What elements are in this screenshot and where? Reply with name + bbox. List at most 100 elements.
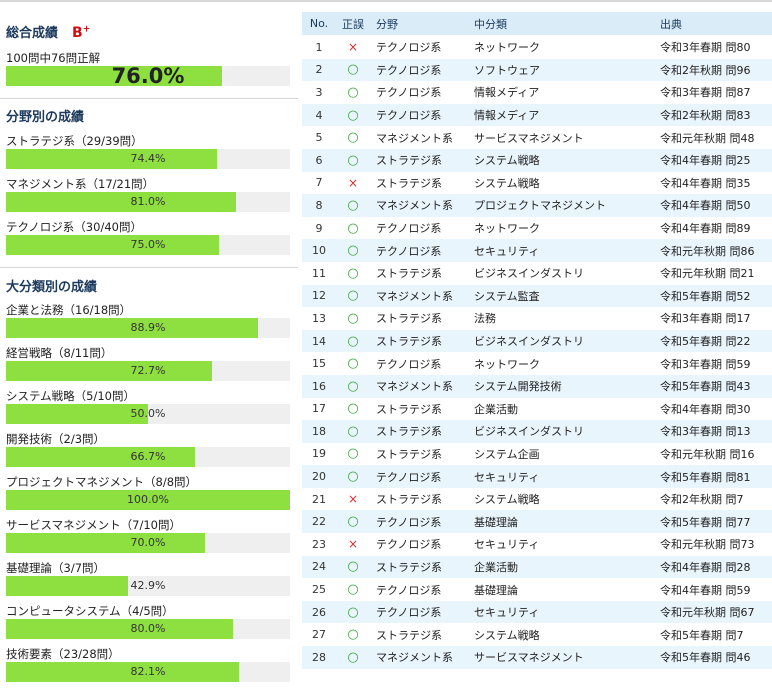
table-row[interactable]: 25 ○ テクノロジ系 基礎理論 令和4年春期 問59 [302, 578, 772, 601]
table-row[interactable]: 5 ○ マネジメント系 サービスマネジメント 令和元年秋期 問48 [302, 126, 772, 149]
correct-mark-icon: ○ [336, 194, 370, 217]
subcategory-cell: システム企画 [474, 447, 540, 461]
correct-mark-icon: ○ [347, 84, 359, 100]
question-number: 23 [312, 537, 326, 551]
table-row[interactable]: 9 ○ テクノロジ系 ネットワーク 令和4年春期 問89 [302, 217, 772, 240]
correct-mark-icon: ○ [347, 220, 359, 236]
correct-mark-icon: ○ [336, 510, 370, 534]
field-cell: テクノロジ系 [376, 538, 442, 552]
subcategory-cell: サービスマネジメント [474, 131, 584, 145]
question-number: 2 [302, 58, 336, 82]
source-cell: 令和4年春期 問89 [660, 222, 751, 236]
table-row[interactable]: 7 × ストラテジ系 システム戦略 令和4年春期 問35 [302, 172, 772, 195]
table-row[interactable]: 16 ○ マネジメント系 システム開発技術 令和5年春期 問43 [302, 374, 772, 398]
category-percent: 66.7% [130, 450, 166, 463]
column-header-source[interactable]: 出典 [654, 12, 772, 36]
column-header-no[interactable]: No. [302, 12, 336, 36]
table-row[interactable]: 24 ○ ストラテジ系 企業活動 令和4年春期 問28 [302, 555, 772, 579]
field-cell: テクノロジ系 [376, 583, 442, 597]
question-number: 7 [315, 176, 323, 190]
field-percent: 75.0% [130, 238, 166, 251]
table-row[interactable]: 3 ○ テクノロジ系 情報メディア 令和3年春期 問87 [302, 81, 772, 104]
field-progress-bar: 75.0% [6, 235, 290, 255]
subcategory-cell: システム戦略 [474, 628, 540, 642]
table-row[interactable]: 2 ○ テクノロジ系 ソフトウェア 令和2年秋期 問96 [302, 58, 772, 82]
category-progress-bar: 66.7% [6, 447, 290, 467]
question-number: 20 [302, 465, 336, 488]
table-row[interactable]: 27 ○ ストラテジ系 システム戦略 令和5年春期 問7 [302, 623, 772, 646]
field-cell: テクノロジ系 [370, 58, 468, 82]
field-cell: テクノロジ系 [376, 357, 442, 371]
table-row[interactable]: 12 ○ マネジメント系 システム監査 令和5年春期 問52 [302, 284, 772, 308]
table-row[interactable]: 23 × テクノロジ系 セキュリティ 令和元年秋期 問73 [302, 533, 772, 556]
question-number: 26 [302, 600, 336, 624]
category-percent: 82.1% [130, 665, 166, 678]
source-cell: 令和5年春期 問7 [660, 628, 744, 642]
table-row[interactable]: 8 ○ マネジメント系 プロジェクトマネジメント 令和4年春期 問50 [302, 194, 772, 217]
field-cell: マネジメント系 [370, 194, 468, 217]
field-cell: ストラテジ系 [370, 329, 468, 353]
field-cell: ストラテジ系 [370, 148, 468, 172]
table-row[interactable]: 22 ○ テクノロジ系 基礎理論 令和5年春期 問77 [302, 510, 772, 534]
subcategory-cell: ビジネスインダストリ [468, 420, 654, 443]
subcategory-cell: 企業活動 [474, 402, 518, 416]
correct-mark-icon: ○ [336, 239, 370, 262]
source-cell: 令和3年春期 問13 [654, 420, 772, 443]
table-row[interactable]: 20 ○ テクノロジ系 セキュリティ 令和5年春期 問81 [302, 465, 772, 488]
field-percent: 74.4% [130, 152, 166, 165]
source-cell: 令和元年秋期 問73 [660, 538, 755, 552]
table-row[interactable]: 4 ○ テクノロジ系 情報メディア 令和2年秋期 問83 [302, 103, 772, 127]
column-header-result[interactable]: 正誤 [336, 12, 370, 36]
table-row[interactable]: 14 ○ ストラテジ系 ビジネスインダストリ 令和5年春期 問22 [302, 329, 772, 353]
subcategory-cell: 企業活動 [468, 555, 654, 579]
subcategory-cell: ネットワーク [474, 222, 540, 236]
field-progress-bar: 81.0% [6, 192, 290, 212]
category-label: プロジェクトマネジメント（8/8問） [6, 475, 198, 489]
category-percent: 42.9% [130, 579, 166, 592]
table-row[interactable]: 13 ○ ストラテジ系 法務 令和3年春期 問17 [302, 307, 772, 330]
question-number: 12 [302, 284, 336, 308]
question-number: 6 [302, 148, 336, 172]
field-cell: ストラテジ系 [376, 176, 442, 190]
question-number: 1 [315, 40, 323, 54]
overall-summary: 100問中76問正解 [6, 51, 101, 65]
category-label: 経営戦略（8/11問） [6, 346, 113, 360]
score-panel: 総合成績 B+ 100問中76問正解 76.0% 分野別の成績 ストラテジ系（29… [0, 0, 300, 692]
subcategory-cell: ビジネスインダストリ [474, 267, 584, 281]
source-cell: 令和5年春期 問77 [654, 510, 772, 534]
table-row[interactable]: 1 × テクノロジ系 ネットワーク 令和3年春期 問80 [302, 36, 772, 59]
column-header-field[interactable]: 分野 [370, 12, 468, 36]
question-number: 24 [302, 555, 336, 579]
table-row[interactable]: 10 ○ テクノロジ系 セキュリティ 令和元年秋期 問86 [302, 239, 772, 262]
correct-mark-icon: ○ [347, 310, 359, 326]
table-row[interactable]: 21 × ストラテジ系 システム戦略 令和2年秋期 問7 [302, 488, 772, 511]
question-number: 14 [302, 329, 336, 353]
correct-mark-icon: ○ [336, 58, 370, 82]
table-row[interactable]: 17 ○ ストラテジ系 企業活動 令和4年春期 問30 [302, 398, 772, 421]
column-header-subcategory[interactable]: 中分類 [468, 12, 654, 36]
wrong-mark-icon: × [347, 492, 359, 507]
field-cell: ストラテジ系 [376, 447, 442, 461]
question-number: 25 [312, 583, 326, 597]
field-cell: ストラテジ系 [376, 267, 442, 281]
subcategory-cell: 基礎理論 [474, 583, 518, 597]
category-label: 開発技術（2/3問） [6, 432, 106, 446]
source-cell: 令和4年春期 問35 [660, 176, 751, 190]
table-row[interactable]: 6 ○ ストラテジ系 システム戦略 令和4年春期 問25 [302, 148, 772, 172]
field-cell: ストラテジ系 [376, 312, 442, 326]
field-cell: テクノロジ系 [376, 86, 442, 100]
correct-mark-icon: ○ [347, 356, 359, 372]
category-percent: 80.0% [130, 622, 166, 635]
table-row[interactable]: 28 ○ マネジメント系 サービスマネジメント 令和5年春期 問46 [302, 646, 772, 669]
question-number: 9 [315, 221, 323, 235]
table-row[interactable]: 26 ○ テクノロジ系 セキュリティ 令和元年秋期 問67 [302, 600, 772, 624]
category-label: システム戦略（5/10問） [6, 389, 135, 403]
category-progress-bar: 80.0% [6, 619, 290, 639]
grade-suffix: + [82, 24, 91, 35]
table-row[interactable]: 18 ○ ストラテジ系 ビジネスインダストリ 令和3年春期 問13 [302, 420, 772, 443]
category-percent: 50.0% [130, 407, 166, 420]
table-row[interactable]: 19 ○ ストラテジ系 システム企画 令和元年秋期 問16 [302, 443, 772, 466]
source-cell: 令和5年春期 問46 [654, 646, 772, 669]
table-row[interactable]: 15 ○ テクノロジ系 ネットワーク 令和3年春期 問59 [302, 352, 772, 375]
table-row[interactable]: 11 ○ ストラテジ系 ビジネスインダストリ 令和元年秋期 問21 [302, 262, 772, 285]
